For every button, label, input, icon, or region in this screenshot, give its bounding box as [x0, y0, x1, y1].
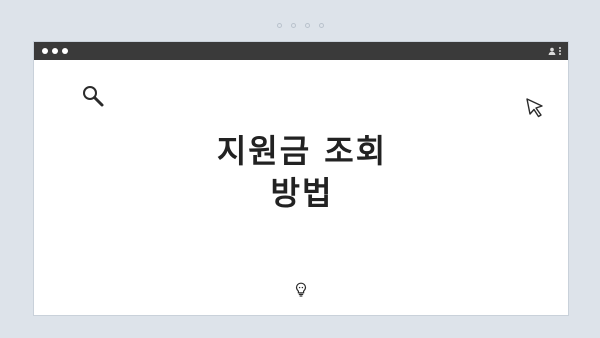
pager-dot[interactable]	[304, 23, 310, 28]
cursor-icon	[526, 98, 543, 118]
slide-title-line1: 지원금 조회	[216, 132, 388, 170]
window-titlebar	[34, 42, 568, 60]
window-controls	[42, 48, 68, 54]
pager-dot[interactable]	[290, 23, 296, 28]
pager-dot[interactable]	[276, 23, 282, 28]
pager-dot[interactable]	[318, 23, 324, 28]
kebab-menu-icon[interactable]	[559, 47, 561, 55]
user-icon[interactable]	[548, 47, 556, 55]
lightbulb-icon	[295, 282, 307, 297]
titlebar-actions	[548, 47, 561, 55]
search-icon	[83, 86, 104, 107]
minimize-button[interactable]	[52, 48, 58, 54]
slide-content: 지원금 조회 방법	[34, 60, 568, 317]
browser-window: 지원금 조회 방법	[33, 41, 569, 316]
slide-title-line2: 방법	[270, 174, 334, 212]
maximize-button[interactable]	[62, 48, 68, 54]
slide-title: 지원금 조회 방법	[34, 130, 570, 214]
close-button[interactable]	[42, 48, 48, 54]
slide-pager	[0, 23, 600, 28]
